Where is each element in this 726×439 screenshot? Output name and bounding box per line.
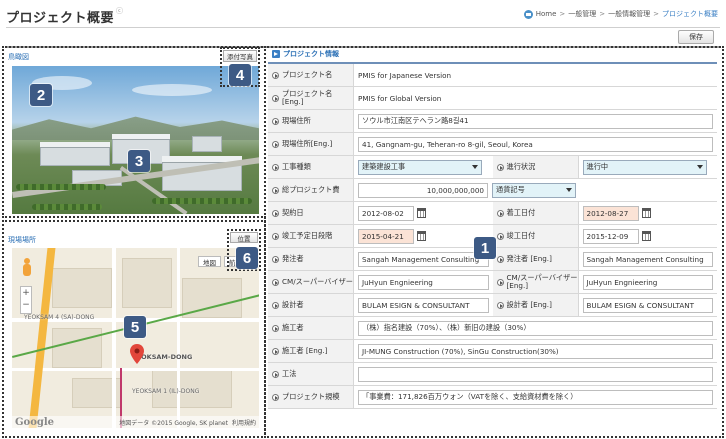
home-icon[interactable] xyxy=(523,9,533,19)
breadcrumb-general[interactable]: 一般管理 xyxy=(568,9,596,19)
breadcrumb-separator: > xyxy=(653,10,659,18)
title-sup: ⓒ xyxy=(116,7,124,15)
breadcrumb-home[interactable]: Home xyxy=(536,10,557,18)
save-button[interactable]: 保存 xyxy=(678,30,714,44)
callout-badge-4: 4 xyxy=(229,64,251,86)
callout-badge-1: 1 xyxy=(474,237,496,259)
callout-badge-5: 5 xyxy=(124,316,146,338)
title-bar: プロジェクト概要 ⓒ xyxy=(6,6,123,26)
project-overview-page: プロジェクト概要 ⓒ Home > 一般管理 > 一般情報管理 > プロジェクト… xyxy=(0,0,726,439)
breadcrumb-current: プロジェクト概要 xyxy=(662,10,718,18)
callout-badge-6: 6 xyxy=(236,247,258,269)
breadcrumb-separator: > xyxy=(599,10,606,18)
breadcrumb-separator: > xyxy=(559,10,566,18)
callout-badge-2: 2 xyxy=(30,84,52,106)
title-divider xyxy=(6,27,720,28)
breadcrumb: Home > 一般管理 > 一般情報管理 > プロジェクト概要 xyxy=(523,9,718,19)
breadcrumb-info[interactable]: 一般情報管理 xyxy=(608,9,650,19)
page-title: プロジェクト概要 xyxy=(6,10,115,26)
callout-badge-3: 3 xyxy=(128,150,150,172)
